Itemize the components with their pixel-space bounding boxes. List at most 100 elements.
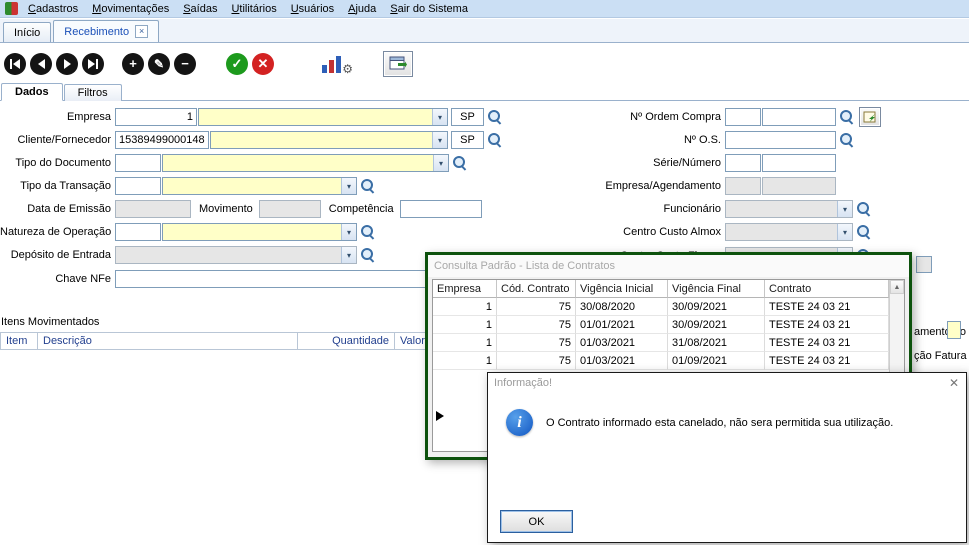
tipo-transacao-search-icon[interactable]: [360, 178, 376, 194]
ordem-compra-input-2[interactable]: [762, 108, 836, 126]
contrato-row[interactable]: 1 75 01/01/2021 30/09/2021 TESTE 24 03 2…: [433, 316, 889, 334]
empresa-uf-field[interactable]: SP: [451, 108, 484, 126]
empresa-agendamento-input-1[interactable]: [725, 177, 761, 195]
chevron-down-icon[interactable]: ▾: [432, 109, 447, 125]
close-icon[interactable]: ✕: [949, 377, 959, 389]
chevron-down-icon[interactable]: ▾: [341, 224, 356, 240]
add-record-button[interactable]: +: [122, 52, 144, 75]
competencia-input[interactable]: [399, 200, 482, 218]
tipo-documento-combo[interactable]: ▾: [162, 154, 449, 172]
empresa-agendamento-input-2[interactable]: [762, 177, 836, 195]
chevron-down-icon[interactable]: ▾: [433, 155, 448, 171]
natureza-code-input[interactable]: [115, 223, 161, 241]
chart-gear-icon[interactable]: ⚙: [322, 55, 353, 76]
col-cod-contrato[interactable]: Cód. Contrato: [497, 280, 576, 298]
funcionario-search-icon[interactable]: [856, 201, 872, 217]
open-consulta-button[interactable]: [383, 50, 413, 77]
menu-movimentacoes[interactable]: Movimentações: [85, 1, 176, 17]
data-emissao-input[interactable]: [115, 200, 191, 218]
os-input[interactable]: [725, 131, 836, 149]
cell: 1: [433, 298, 497, 316]
centro-custo-almox-combo[interactable]: ▾: [725, 223, 853, 241]
menu-sair-do-sistema[interactable]: Sair do Sistema: [383, 1, 475, 17]
tipo-documento-search-icon[interactable]: [452, 155, 468, 171]
movimento-input[interactable]: [258, 200, 321, 218]
tab-inicio-label: Início: [14, 27, 41, 39]
natureza-combo[interactable]: ▾: [162, 223, 357, 241]
menu-bar: Cadastros Movimentações Saídas Utilitári…: [0, 0, 969, 18]
ok-button[interactable]: OK: [500, 510, 573, 533]
serie-input[interactable]: [725, 154, 761, 172]
cell: 30/09/2021: [668, 298, 765, 316]
tab-inicio[interactable]: Início: [3, 22, 52, 42]
row-chave-nfe: Chave NFe: [0, 269, 475, 289]
items-col-quantidade[interactable]: Quantidade: [298, 332, 395, 350]
chevron-down-icon[interactable]: ▾: [432, 132, 447, 148]
first-record-button[interactable]: [4, 52, 26, 75]
gear-icon: ⚙: [342, 61, 353, 76]
items-col-item[interactable]: Item: [0, 332, 38, 350]
empresa-code-input[interactable]: 1: [115, 108, 197, 126]
menu-saidas[interactable]: Saídas: [176, 1, 224, 17]
col-vigencia-final[interactable]: Vigência Final: [668, 280, 765, 298]
row-empresa-agendamento: Empresa/Agendamento: [590, 176, 836, 196]
cell: TESTE 24 03 21: [765, 334, 889, 352]
tab-close-icon[interactable]: ×: [135, 25, 149, 38]
row-natureza: Natureza de Operação ▾: [0, 222, 376, 242]
menu-cadastros[interactable]: Cadastros: [21, 1, 85, 17]
edit-record-button[interactable]: ✎: [148, 52, 170, 75]
previous-record-button[interactable]: [30, 52, 52, 75]
form-arrow-icon: [389, 56, 407, 70]
clipped-field-gray: [916, 256, 932, 273]
deposito-combo[interactable]: ▾: [115, 246, 357, 264]
funcionario-combo[interactable]: ▾: [725, 200, 853, 218]
empresa-search-icon[interactable]: [487, 109, 503, 125]
cell: 1: [433, 316, 497, 334]
cell: TESTE 24 03 21: [765, 316, 889, 334]
tab-filtros[interactable]: Filtros: [63, 84, 122, 101]
cliente-code-input[interactable]: 15389499000148: [115, 131, 209, 149]
cliente-uf-field[interactable]: SP: [451, 131, 484, 149]
chevron-down-icon[interactable]: ▾: [341, 178, 356, 194]
cancel-button[interactable]: ✕: [252, 52, 274, 75]
ordem-compra-input-1[interactable]: [725, 108, 761, 126]
chave-nfe-input[interactable]: [115, 270, 475, 288]
menu-usuarios[interactable]: Usuários: [284, 1, 341, 17]
last-record-button[interactable]: [82, 52, 104, 75]
empresa-name-combo[interactable]: ▾: [198, 108, 448, 126]
cliente-name-combo[interactable]: ▾: [210, 131, 448, 149]
chevron-down-icon[interactable]: ▾: [341, 247, 356, 263]
natureza-search-icon[interactable]: [360, 224, 376, 240]
contrato-row[interactable]: 1 75 01/03/2021 01/09/2021 TESTE 24 03 2…: [433, 352, 889, 370]
tipo-documento-code-input[interactable]: [115, 154, 161, 172]
tab-dados[interactable]: Dados: [1, 83, 63, 101]
next-record-button[interactable]: [56, 52, 78, 75]
col-contrato[interactable]: Contrato: [765, 280, 889, 298]
col-vigencia-inicial[interactable]: Vigência Inicial: [576, 280, 668, 298]
contrato-row[interactable]: 1 75 30/08/2020 30/09/2021 TESTE 24 03 2…: [433, 298, 889, 316]
tab-recebimento[interactable]: Recebimento ×: [53, 20, 160, 42]
view-tabstrip: Dados Filtros: [0, 83, 969, 101]
items-col-descricao[interactable]: Descrição: [38, 332, 298, 350]
cell: 75: [497, 316, 576, 334]
pick-order-button[interactable]: [859, 107, 881, 127]
os-search-icon[interactable]: [839, 132, 855, 148]
scroll-up-icon[interactable]: ▲: [890, 280, 904, 294]
deposito-search-icon[interactable]: [360, 247, 376, 263]
confirm-button[interactable]: ✓: [226, 52, 248, 75]
numero-input[interactable]: [762, 154, 836, 172]
cliente-search-icon[interactable]: [487, 132, 503, 148]
clipped-field-yellow: [947, 321, 961, 339]
tipo-transacao-combo[interactable]: ▾: [162, 177, 357, 195]
ordem-compra-search-icon[interactable]: [839, 109, 855, 125]
menu-ajuda[interactable]: Ajuda: [341, 1, 383, 17]
col-empresa[interactable]: Empresa: [433, 280, 497, 298]
cell: 01/03/2021: [576, 352, 668, 370]
menu-utilitarios[interactable]: Utilitários: [224, 1, 283, 17]
chevron-down-icon[interactable]: ▾: [837, 201, 852, 217]
chevron-down-icon[interactable]: ▾: [837, 224, 852, 240]
delete-record-button[interactable]: −: [174, 52, 196, 75]
contrato-row[interactable]: 1 75 01/03/2021 31/08/2021 TESTE 24 03 2…: [433, 334, 889, 352]
centro-custo-almox-search-icon[interactable]: [856, 224, 872, 240]
tipo-transacao-code-input[interactable]: [115, 177, 161, 195]
